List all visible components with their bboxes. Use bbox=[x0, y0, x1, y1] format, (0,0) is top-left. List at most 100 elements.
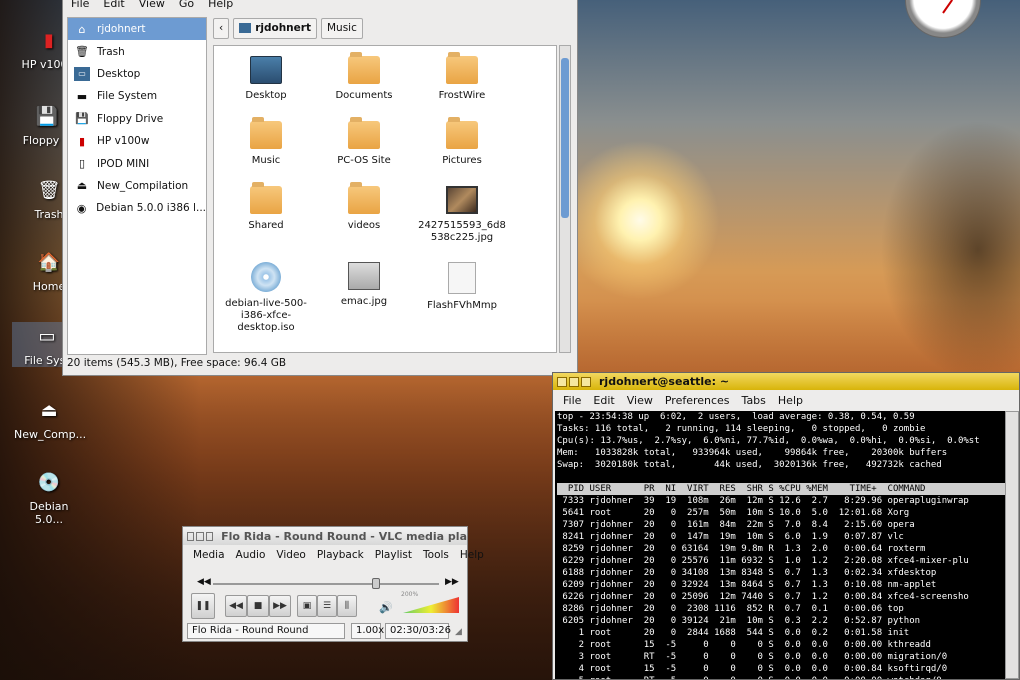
fullscreen-button[interactable]: ▣ bbox=[297, 595, 317, 617]
rewind-icon[interactable]: ◀◀ bbox=[197, 577, 211, 587]
hard-drive-icon: ▬ bbox=[76, 89, 88, 103]
menu-edit[interactable]: Edit bbox=[593, 394, 614, 407]
menu-edit[interactable]: Edit bbox=[103, 0, 124, 11]
volume-slider[interactable] bbox=[403, 597, 459, 613]
process-row: 6188 rjdohner 20 0 34108 13m 8348 S 0.7 … bbox=[557, 568, 937, 578]
sidebar-item-hp[interactable]: ▮ HP v100w bbox=[68, 130, 206, 152]
file-item[interactable]: videos bbox=[316, 182, 412, 232]
home-folder-icon: 🏠 bbox=[37, 251, 61, 273]
menu-view[interactable]: View bbox=[627, 394, 653, 407]
speaker-icon[interactable]: 🔊 bbox=[379, 601, 393, 614]
menu-tabs[interactable]: Tabs bbox=[742, 394, 766, 407]
file-item[interactable]: Desktop bbox=[218, 56, 314, 102]
file-item[interactable]: 2427515593_6d8 538c225.jpg bbox=[414, 186, 510, 244]
vlc-window[interactable]: Flo Rida - Round Round - VLC media pla M… bbox=[182, 526, 484, 642]
desktop-icon: ▭ bbox=[74, 66, 90, 81]
next-button[interactable]: ▶▶ bbox=[269, 595, 291, 617]
process-row: 2 root 15 -5 0 0 0 S 0.0 0.0 0:00.00 kth… bbox=[557, 640, 931, 650]
file-item[interactable]: PC-OS Site bbox=[316, 117, 412, 167]
file-item[interactable]: debian-live-500- i386-xfce- desktop.iso bbox=[218, 262, 314, 334]
file-item[interactable]: Documents bbox=[316, 52, 412, 102]
playback-speed[interactable]: 1.00x bbox=[351, 623, 384, 639]
breadcrumb-music[interactable]: Music bbox=[320, 17, 363, 39]
breadcrumb-home[interactable]: rjdohnert bbox=[233, 17, 317, 39]
sidebar-item-desktop[interactable]: ▭ Desktop bbox=[68, 63, 206, 85]
desktop-folder-icon bbox=[250, 56, 282, 84]
file-item[interactable]: Music bbox=[218, 117, 314, 167]
file-icon-view: Desktop Documents FrostWire Music PC-OS … bbox=[213, 45, 557, 353]
desktop-icon-new-compilation[interactable]: ⏏ New_Comp... bbox=[14, 396, 86, 442]
desktop-wallpaper-sun bbox=[560, 140, 720, 300]
sidebar-item-filesystem[interactable]: ▬ File System bbox=[68, 85, 206, 107]
file-manager-menubar: File Edit View Go Help bbox=[63, 0, 577, 13]
stop-button[interactable]: ■ bbox=[247, 595, 269, 617]
menu-media[interactable]: Media bbox=[193, 549, 225, 561]
document-icon bbox=[448, 262, 476, 294]
previous-button[interactable]: ◀◀ bbox=[225, 595, 247, 617]
desktop-icon-debian[interactable]: 💿 Debian 5.0... bbox=[14, 468, 84, 527]
menu-video[interactable]: Video bbox=[276, 549, 305, 561]
sidebar-item-home[interactable]: ⌂ rjdohnert bbox=[68, 18, 206, 41]
terminal-titlebar[interactable]: rjdohnert@seattle: ~ bbox=[553, 373, 1019, 390]
terminal-scrollbar[interactable] bbox=[1005, 411, 1019, 679]
process-row: 6205 rjdohner 20 0 39124 21m 10m S 0.3 2… bbox=[557, 616, 921, 626]
file-item[interactable]: Pictures bbox=[414, 117, 510, 167]
clock-widget[interactable] bbox=[905, 0, 981, 38]
terminal-window[interactable]: rjdohnert@seattle: ~ File Edit View Pref… bbox=[552, 372, 1020, 680]
usb-drive-icon: ▮ bbox=[78, 134, 86, 148]
file-manager-window[interactable]: File Edit View Go Help ⌂ rjdohnert 🗑 Trash… bbox=[62, 0, 578, 376]
back-button[interactable]: ‹ bbox=[213, 17, 230, 39]
playlist-icon: ☰ bbox=[322, 601, 332, 611]
window-menu-icon[interactable] bbox=[557, 376, 567, 387]
sidebar-item-debian[interactable]: ◉ Debian 5.0.0 i386 l... bbox=[68, 197, 206, 219]
seek-handle[interactable] bbox=[371, 578, 380, 589]
process-row: 3 root RT -5 0 0 0 S 0.0 0.0 0:00.00 mig… bbox=[557, 652, 948, 662]
minimize-icon[interactable] bbox=[569, 376, 579, 387]
menu-help[interactable]: Help bbox=[460, 549, 484, 561]
sidebar-item-floppy[interactable]: 💾 Floppy Drive bbox=[68, 108, 206, 130]
file-item[interactable]: FrostWire bbox=[414, 52, 510, 102]
menu-go[interactable]: Go bbox=[179, 0, 194, 11]
seek-track[interactable] bbox=[213, 583, 439, 585]
image-thumbnail-icon bbox=[446, 186, 478, 214]
path-bar: ‹ rjdohnert Music bbox=[213, 17, 363, 39]
desktop-wallpaper-branches bbox=[880, 120, 1020, 380]
file-view-scrollbar[interactable] bbox=[559, 45, 571, 353]
menu-tools[interactable]: Tools bbox=[423, 549, 449, 561]
file-item[interactable]: Shared bbox=[218, 182, 314, 232]
sidebar-item-trash[interactable]: 🗑 Trash bbox=[68, 40, 206, 62]
menu-playback[interactable]: Playback bbox=[317, 549, 364, 561]
minimize-icon[interactable] bbox=[196, 531, 204, 541]
window-menu-icon[interactable] bbox=[187, 531, 195, 541]
maximize-icon[interactable] bbox=[581, 376, 591, 387]
menu-playlist[interactable]: Playlist bbox=[375, 549, 412, 561]
file-item[interactable]: FlashFVhMmp bbox=[414, 262, 510, 312]
next-icon: ▶▶ bbox=[273, 601, 287, 611]
playback-time[interactable]: 02:30/03:26 bbox=[385, 623, 451, 639]
vlc-titlebar[interactable]: Flo Rida - Round Round - VLC media pla bbox=[183, 527, 467, 545]
file-item[interactable]: emac.jpg bbox=[316, 262, 412, 308]
clock-hand bbox=[942, 0, 953, 14]
menu-view[interactable]: View bbox=[139, 0, 165, 11]
top-summary-line: Swap: 3020180k total, 44k used, 3020136k… bbox=[557, 460, 942, 470]
top-summary-line: Cpu(s): 13.7%us, 2.7%sy, 6.0%ni, 77.7%id… bbox=[557, 436, 980, 446]
seek-slider[interactable]: ◀◀ ▶▶ bbox=[197, 577, 459, 589]
menu-help[interactable]: Help bbox=[778, 394, 803, 407]
menu-file[interactable]: File bbox=[71, 0, 89, 11]
equalizer-button[interactable]: ⫼ bbox=[337, 595, 357, 617]
sidebar-item-new-compilation[interactable]: ⏏ New_Compilation bbox=[68, 175, 206, 197]
scrollbar-thumb[interactable] bbox=[561, 58, 569, 218]
sidebar-item-ipod[interactable]: ▯ IPOD MINI bbox=[68, 152, 206, 174]
fast-forward-icon[interactable]: ▶▶ bbox=[445, 577, 459, 587]
optical-drive-icon: ⏏ bbox=[76, 179, 88, 193]
cd-icon: 💿 bbox=[37, 471, 61, 493]
menu-help[interactable]: Help bbox=[208, 0, 233, 11]
menu-audio[interactable]: Audio bbox=[236, 549, 266, 561]
maximize-icon[interactable] bbox=[205, 531, 214, 541]
menu-preferences[interactable]: Preferences bbox=[665, 394, 730, 407]
terminal-screen[interactable]: top - 23:54:38 up 6:02, 2 users, load av… bbox=[555, 411, 1005, 679]
menu-file[interactable]: File bbox=[563, 394, 581, 407]
resize-grip-icon[interactable]: ◢ bbox=[455, 627, 462, 637]
playlist-button[interactable]: ☰ bbox=[317, 595, 337, 617]
pause-button[interactable]: ❚❚ bbox=[191, 593, 215, 619]
